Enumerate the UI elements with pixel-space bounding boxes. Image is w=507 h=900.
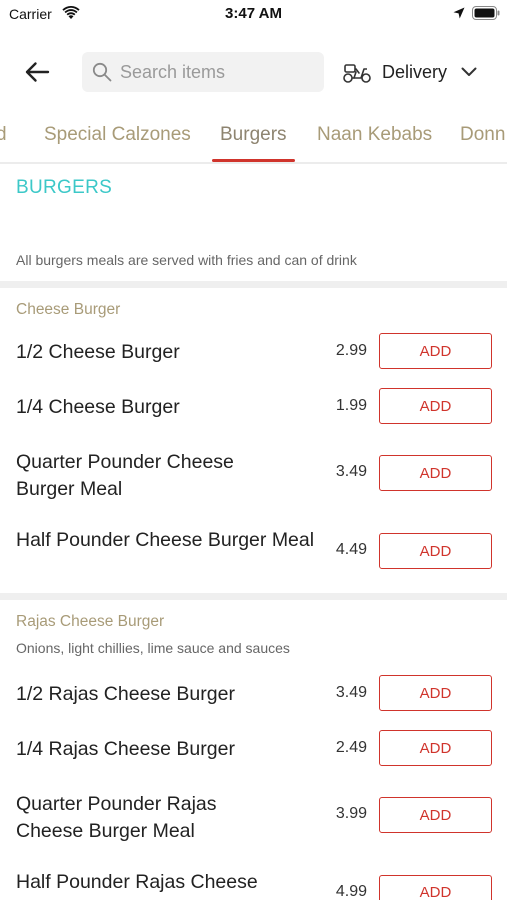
back-arrow-icon — [25, 62, 50, 82]
item-price: 4.99 — [335, 883, 367, 900]
active-tab-indicator — [212, 159, 295, 162]
scooter-icon — [343, 64, 371, 83]
add-button[interactable]: ADD — [379, 533, 492, 569]
tab-donner[interactable]: Donn — [460, 124, 505, 146]
item-name: Quarter Pounder Cheese Burger Meal — [16, 451, 234, 500]
item-price: 2.99 — [335, 342, 367, 359]
section-title: BURGERS — [16, 177, 113, 198]
divider — [0, 281, 507, 288]
item-price: 1.99 — [335, 397, 367, 414]
status-bar: Carrier 3:47 AM — [0, 0, 507, 30]
section-note: All burgers meals are served with fries … — [16, 252, 357, 268]
tab-special-calzones[interactable]: Special Calzones — [44, 124, 191, 146]
add-button[interactable]: ADD — [379, 333, 492, 369]
item-price: 3.49 — [335, 684, 367, 701]
back-button[interactable] — [20, 56, 54, 88]
item-price: 3.49 — [335, 463, 367, 480]
category-tabs: d Special Calzones Burgers Naan Kebabs D… — [0, 108, 507, 164]
tab-naan-kebabs[interactable]: Naan Kebabs — [317, 124, 432, 146]
status-time: 3:47 AM — [225, 5, 282, 22]
item-name: Quarter Pounder Rajas Cheese Burger Meal — [16, 793, 217, 842]
group-title: Cheese Burger — [16, 301, 121, 318]
item-name: Half Pounder Cheese Burger Meal — [16, 529, 315, 551]
divider — [0, 593, 507, 600]
item-price: 2.49 — [335, 739, 367, 756]
tab-salad[interactable]: d — [0, 124, 7, 146]
item-price: 4.49 — [335, 541, 367, 558]
battery-icon — [472, 6, 500, 20]
chevron-down-icon — [461, 67, 477, 76]
delivery-label: Delivery — [382, 61, 448, 82]
search-icon — [92, 62, 112, 82]
delivery-selector[interactable]: Delivery — [342, 54, 477, 90]
add-button[interactable]: ADD — [379, 675, 492, 711]
group-title: Rajas Cheese Burger — [16, 613, 165, 630]
group-description: Onions, light chillies, lime sauce and s… — [16, 640, 290, 656]
search-input[interactable] — [120, 61, 310, 83]
add-button[interactable]: ADD — [379, 875, 492, 900]
item-name: 1/4 Cheese Burger — [16, 396, 180, 418]
tab-burgers[interactable]: Burgers — [220, 124, 287, 146]
item-name: 1/2 Rajas Cheese Burger — [16, 683, 235, 705]
add-button[interactable]: ADD — [379, 730, 492, 766]
item-name: Half Pounder Rajas Cheese — [16, 871, 258, 893]
add-button[interactable]: ADD — [379, 388, 492, 424]
item-price: 3.99 — [335, 805, 367, 822]
item-name: 1/2 Cheese Burger — [16, 341, 180, 363]
search-box[interactable] — [82, 52, 324, 92]
header: Delivery — [0, 44, 507, 100]
add-button[interactable]: ADD — [379, 455, 492, 491]
add-button[interactable]: ADD — [379, 797, 492, 833]
location-arrow-icon — [453, 7, 465, 19]
item-name: 1/4 Rajas Cheese Burger — [16, 738, 235, 760]
